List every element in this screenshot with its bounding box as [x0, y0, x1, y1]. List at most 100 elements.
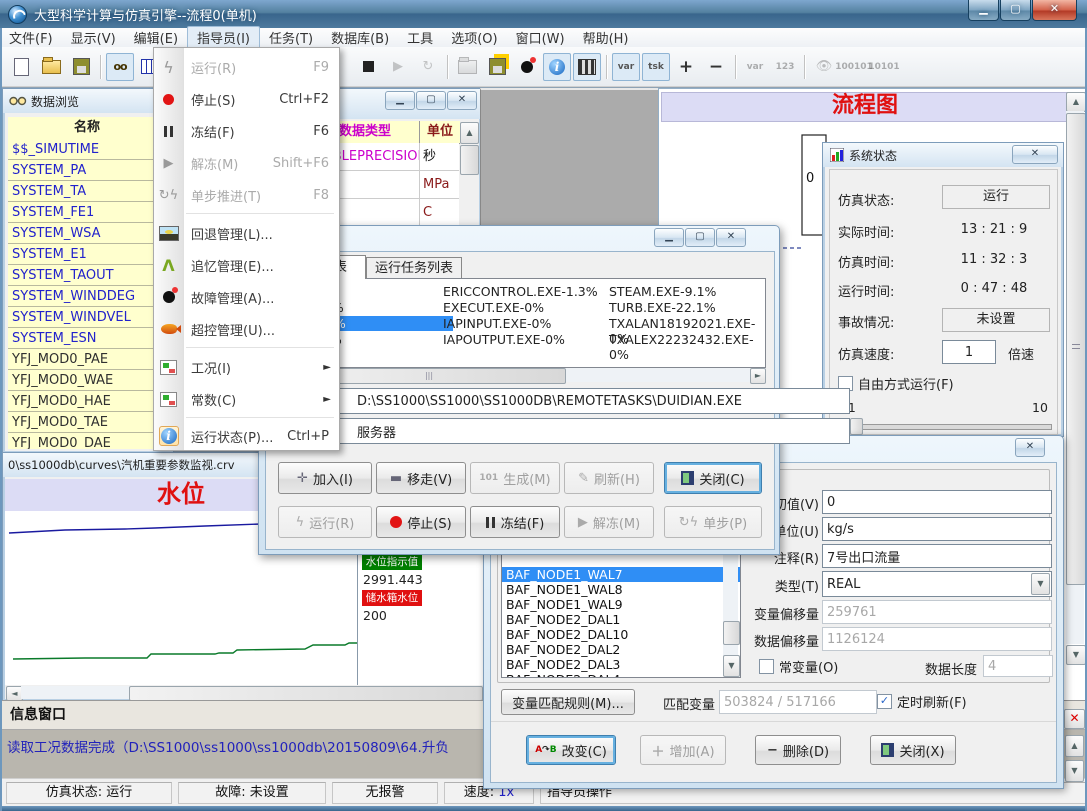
- stop-sim-button[interactable]: [354, 53, 382, 81]
- open-file-button[interactable]: [37, 53, 65, 81]
- task-list[interactable]: 3.2% ERICCONTROL.EXE-1.3% STEAM.EXE-9.1%…: [276, 278, 766, 368]
- list-item[interactable]: BAF_NODE1_WAL9: [502, 597, 740, 612]
- table-row[interactable]: YFJ_MOD0_WAE: [8, 370, 166, 391]
- list-item[interactable]: BAF_NODE1_WAL8: [502, 582, 740, 597]
- menu-instructor[interactable]: 指导员(I): [187, 26, 260, 49]
- init-input[interactable]: 0: [822, 490, 1052, 514]
- tab-running-task-list[interactable]: 运行任务列表: [366, 257, 462, 280]
- menu-help[interactable]: 帮助(H): [574, 27, 638, 48]
- var-window-button[interactable]: var: [612, 53, 640, 81]
- task-path-field[interactable]: D:\SS1000\SS1000\SS1000DB\REMOTETASKS\DU…: [276, 388, 850, 414]
- menu-item-run-status[interactable]: i 运行状态(P)...Ctrl+P: [154, 420, 339, 452]
- speed-slider-thumb[interactable]: [850, 418, 863, 435]
- stop-task-button[interactable]: 停止(S): [376, 506, 466, 538]
- remove-task-button[interactable]: ▬移走(V): [376, 462, 466, 494]
- num-export-button[interactable]: 123: [771, 53, 799, 81]
- close-button[interactable]: 关闭(X): [870, 735, 956, 765]
- zoom-out-button[interactable]: −: [702, 53, 730, 81]
- menu-tools[interactable]: 工具: [398, 27, 442, 48]
- menu-file[interactable]: 文件(F): [0, 27, 62, 48]
- freeze-task-button[interactable]: 冻结(F): [470, 506, 560, 538]
- var-export-button[interactable]: var: [741, 53, 769, 81]
- step-task-button[interactable]: ↻ϟ单步(P): [664, 506, 762, 538]
- scroll-up-arrow[interactable]: ▲: [1065, 735, 1084, 757]
- add-task-button[interactable]: ✛加入(I): [278, 462, 372, 494]
- add-button[interactable]: ＋ 增加(A): [640, 735, 726, 765]
- menu-window[interactable]: 窗口(W): [507, 27, 574, 48]
- scroll-down-arrow[interactable]: ▼: [1066, 645, 1086, 665]
- projector-button[interactable]: 👁: [810, 53, 838, 81]
- scroll-down-arrow[interactable]: ▼: [1065, 760, 1084, 782]
- list-item[interactable]: BAF_NODE2_DAL2: [502, 642, 740, 657]
- binary-doc2-button[interactable]: 10101: [870, 53, 898, 81]
- timer-refresh-checkbox[interactable]: ✓ 定时刷新(F): [877, 692, 967, 711]
- table-row[interactable]: YFJ_MOD0_TAE: [8, 412, 166, 433]
- table-row[interactable]: SYSTEM_FE1: [8, 202, 166, 223]
- scroll-down-arrow[interactable]: ▼: [723, 655, 740, 677]
- list-item[interactable]: BAF_NODE2_DAL1: [502, 612, 740, 627]
- close-button[interactable]: ✕: [716, 228, 746, 247]
- menu-item-stop[interactable]: 停止(S)Ctrl+F2: [154, 83, 339, 115]
- data-browse-button[interactable]: oo: [106, 53, 134, 81]
- refresh-button[interactable]: ✎刷新(H): [564, 462, 654, 494]
- close-button[interactable]: ✕: [1015, 438, 1045, 457]
- table-row[interactable]: SYSTEM_ESN: [8, 328, 166, 349]
- menu-item-override-manage[interactable]: 超控管理(U)...: [154, 313, 339, 345]
- step-sim-button[interactable]: ↻: [414, 53, 442, 81]
- film-button[interactable]: [573, 53, 601, 81]
- menu-item-freeze[interactable]: 冻结(F)F6: [154, 115, 339, 147]
- menu-item-constant[interactable]: 常数(C)►: [154, 383, 339, 415]
- list-item[interactable]: BAF_NODE2_DAL4: [502, 672, 740, 678]
- maximize-button[interactable]: ▢: [685, 228, 715, 247]
- system-status-titlebar[interactable]: 系统状态 ✕: [823, 143, 1063, 167]
- minimize-button[interactable]: ▁: [654, 228, 684, 247]
- task-window-button[interactable]: tsk: [642, 53, 670, 81]
- table-row[interactable]: SYSTEM_TAOUT: [8, 265, 166, 286]
- match-rule-button[interactable]: 变量匹配规则(M)...: [501, 689, 635, 715]
- free-run-checkbox[interactable]: 自由方式运行(F): [838, 374, 954, 393]
- scrollbar-thumb[interactable]: [1066, 113, 1086, 585]
- unit-column-header[interactable]: 单位: [419, 121, 460, 144]
- menu-item-condition[interactable]: 工况(I)►: [154, 351, 339, 383]
- run-task-button[interactable]: ϟ运行(R): [278, 506, 372, 538]
- speed-slider-track[interactable]: [838, 424, 1052, 430]
- list-item[interactable]: BAF_NODE1_WAL7: [502, 567, 740, 582]
- task-item[interactable]: STEAM.EXE-9.1%: [609, 284, 716, 299]
- table-row[interactable]: SYSTEM_PA: [8, 160, 166, 181]
- task-item[interactable]: TURB.EXE-22.1%: [609, 300, 716, 315]
- server-field[interactable]: 服务器: [276, 418, 850, 444]
- list-item[interactable]: BAF_NODE2_DAL10: [502, 627, 740, 642]
- table-row[interactable]: SYSTEM_WSA: [8, 223, 166, 244]
- save-button[interactable]: [67, 53, 95, 81]
- alarm-close-button[interactable]: ✕: [1064, 709, 1085, 729]
- table-row[interactable]: SYSTEM_WINDVEL: [8, 307, 166, 328]
- change-button[interactable]: A↷B 改变(C): [526, 735, 616, 765]
- fault-button[interactable]: [513, 53, 541, 81]
- scroll-up-arrow[interactable]: ▲: [460, 122, 479, 144]
- scrollbar-thumb[interactable]: [460, 145, 479, 175]
- play-sim-button[interactable]: ▶: [384, 53, 412, 81]
- menu-view[interactable]: 显示(V): [62, 27, 125, 48]
- delete-button[interactable]: − 删除(D): [755, 735, 841, 765]
- task-item[interactable]: ERICCONTROL.EXE-1.3%: [443, 284, 598, 299]
- table-row[interactable]: YFJ_MOD0_HAE: [8, 391, 166, 412]
- menu-task[interactable]: 任务(T): [260, 27, 322, 48]
- menu-edit[interactable]: 编辑(E): [125, 27, 187, 48]
- menu-item-rollback[interactable]: 回退管理(L)...: [154, 217, 339, 249]
- table-row[interactable]: YFJ_MOD0_PAE: [8, 349, 166, 370]
- task-item[interactable]: IAPINPUT.EXE-0%: [443, 316, 551, 331]
- info-button[interactable]: i: [543, 53, 571, 81]
- maximize-button[interactable]: ▢: [416, 91, 446, 110]
- data-browser-titlebar[interactable]: 数据浏览: [3, 89, 173, 113]
- minimize-button[interactable]: ▁: [968, 0, 999, 21]
- close-button[interactable]: ✕: [1012, 145, 1058, 164]
- generate-button[interactable]: 101生成(M): [470, 462, 560, 494]
- combo-dropdown-button[interactable]: ▼: [1031, 573, 1050, 595]
- zoom-in-button[interactable]: +: [672, 53, 700, 81]
- close-button[interactable]: ✕: [447, 91, 477, 110]
- menu-options[interactable]: 选项(O): [442, 27, 506, 48]
- table-row[interactable]: SYSTEM_WINDDEG: [8, 286, 166, 307]
- binary-doc1-button[interactable]: 100101: [840, 53, 868, 81]
- comment-input[interactable]: 7号出口流量: [822, 544, 1052, 568]
- menu-item-fault-manage[interactable]: 故障管理(A)...: [154, 281, 339, 313]
